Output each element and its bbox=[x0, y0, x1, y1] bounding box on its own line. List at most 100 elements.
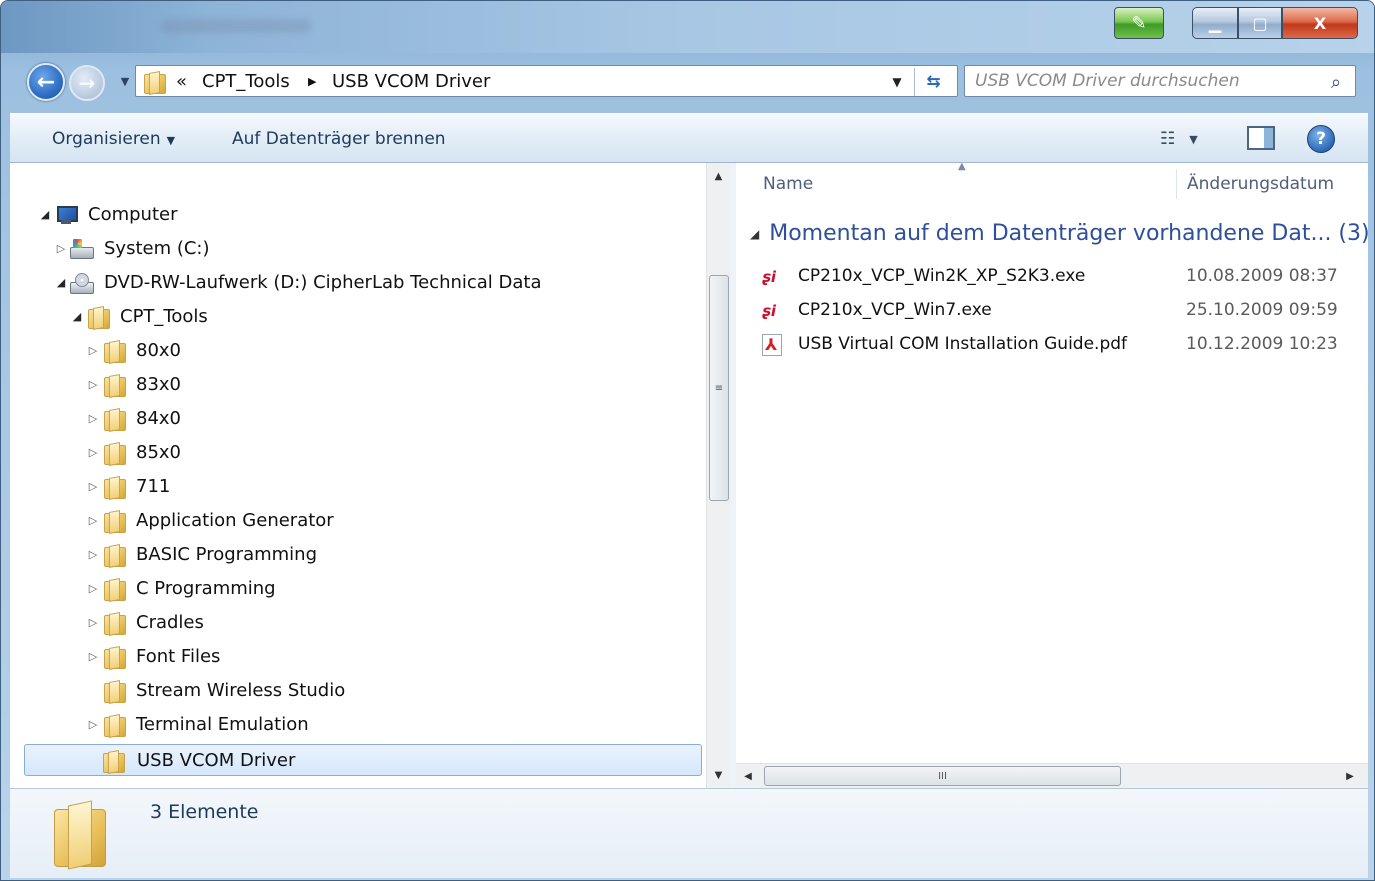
back-button[interactable]: ← bbox=[27, 63, 65, 101]
tree-item-cpt-tools[interactable]: ◢ CPT_Tools bbox=[70, 301, 290, 333]
column-header-name[interactable]: Name bbox=[763, 163, 813, 205]
refresh-icon: ⇆ bbox=[926, 72, 941, 92]
folder-icon bbox=[104, 681, 126, 703]
organize-label: Organisieren bbox=[52, 129, 161, 149]
tree-item-711[interactable]: ▷ 711 bbox=[86, 471, 286, 503]
folder-icon bbox=[104, 647, 126, 669]
expand-arrow-icon[interactable]: ▷ bbox=[86, 369, 100, 401]
title-bar[interactable]: ✎ ▁ ▢ X bbox=[1, 1, 1374, 53]
tree-item-label: USB VCOM Driver bbox=[137, 750, 296, 771]
tree-item-c-programming[interactable]: ▷ C Programming bbox=[86, 573, 386, 605]
drive-icon bbox=[70, 239, 94, 259]
organize-button[interactable]: Organisieren ▼ bbox=[52, 126, 175, 152]
tree-vertical-scrollbar[interactable]: ▲ ≡ ▼ bbox=[706, 163, 730, 788]
tree-item-84x0[interactable]: ▷ 84x0 bbox=[86, 403, 286, 435]
expand-arrow-icon[interactable]: ▷ bbox=[54, 233, 68, 265]
tree-item-cradles[interactable]: ▷ Cradles bbox=[86, 607, 286, 639]
file-row[interactable]: USB Virtual COM Installation Guide.pdf 1… bbox=[736, 327, 1368, 361]
tree-item-label: Application Generator bbox=[136, 510, 334, 531]
pencil-icon: ✎ bbox=[1131, 12, 1147, 34]
scroll-left-arrow-icon[interactable]: ◀ bbox=[738, 764, 758, 788]
collapse-arrow-icon[interactable]: ◢ bbox=[54, 267, 68, 299]
search-box[interactable]: ⌕ bbox=[964, 65, 1356, 97]
expand-arrow-icon[interactable]: ▷ bbox=[86, 607, 100, 639]
folder-icon bbox=[104, 443, 126, 465]
collapse-arrow-icon[interactable]: ◢ bbox=[38, 199, 52, 231]
breadcrumb-usb-vcom-driver[interactable]: USB VCOM Driver bbox=[332, 70, 490, 94]
tree-item-computer[interactable]: ◢ Computer bbox=[38, 199, 238, 231]
expand-arrow-icon[interactable]: ▷ bbox=[86, 437, 100, 469]
tree-item-stream-wireless-studio[interactable]: Stream Wireless Studio bbox=[86, 675, 386, 707]
breadcrumb-separator-icon[interactable]: ▶ bbox=[308, 70, 316, 94]
folder-icon bbox=[144, 72, 166, 94]
group-header[interactable]: ◢ Momentan auf dem Datenträger vorhandene… bbox=[750, 219, 1368, 249]
tree-item-83x0[interactable]: ▷ 83x0 bbox=[86, 369, 286, 401]
expand-arrow-icon[interactable]: ▷ bbox=[86, 505, 100, 537]
tree-item-dvd-drive[interactable]: ◢ DVD-RW-Laufwerk (D:) CipherLab Technic… bbox=[54, 267, 614, 299]
expand-arrow-icon[interactable]: ▷ bbox=[86, 539, 100, 571]
expand-arrow-icon[interactable]: ▷ bbox=[86, 573, 100, 605]
tree-item-label: System (C:) bbox=[104, 238, 210, 259]
chevron-down-icon: ▼ bbox=[166, 134, 176, 147]
address-overflow[interactable]: « bbox=[176, 70, 187, 94]
tree-item-terminal-emulation[interactable]: ▷ Terminal Emulation bbox=[86, 709, 386, 741]
tree-item-label: Terminal Emulation bbox=[136, 714, 309, 735]
scroll-grip-icon: ≡ bbox=[714, 382, 724, 394]
column-header-date[interactable]: Änderungsdatum bbox=[1187, 163, 1334, 205]
help-icon[interactable]: ? bbox=[1307, 125, 1335, 153]
list-horizontal-scrollbar[interactable]: ◀ III ▶ bbox=[736, 763, 1368, 788]
tree-item-80x0[interactable]: ▷ 80x0 bbox=[86, 335, 286, 367]
breadcrumb-cpt-tools[interactable]: CPT_Tools bbox=[202, 70, 290, 94]
expand-arrow-icon[interactable]: ▷ bbox=[86, 335, 100, 367]
column-divider[interactable] bbox=[1176, 169, 1177, 199]
tree-item-label: 85x0 bbox=[136, 442, 182, 463]
expand-arrow-icon[interactable]: ▷ bbox=[86, 641, 100, 673]
scroll-right-arrow-icon[interactable]: ▶ bbox=[1340, 764, 1360, 788]
change-view-button[interactable]: ☷ ▼ bbox=[1160, 125, 1214, 153]
navigation-pane: ◢ Computer ▷ System (C:) ◢ DVD-RW-Laufwe… bbox=[10, 163, 706, 788]
recent-pages-dropdown[interactable]: ▼ bbox=[117, 71, 133, 91]
minimize-button[interactable]: ▁ bbox=[1192, 7, 1238, 39]
minimize-icon: ▁ bbox=[1208, 13, 1222, 33]
scroll-grip-icon: III bbox=[938, 770, 947, 782]
maximize-button[interactable]: ▢ bbox=[1238, 7, 1282, 39]
chevron-down-icon: ▼ bbox=[1189, 132, 1198, 146]
column-label: Änderungsdatum bbox=[1187, 174, 1335, 194]
expand-arrow-icon[interactable]: ▷ bbox=[86, 403, 100, 435]
exe-file-icon: ʂi bbox=[762, 268, 777, 286]
file-row[interactable]: ʂi CP210x_VCP_Win7.exe 25.10.2009 09:59 bbox=[736, 293, 1368, 327]
forward-button[interactable]: → bbox=[69, 65, 105, 101]
expand-arrow-icon[interactable]: ▷ bbox=[86, 471, 100, 503]
computer-icon bbox=[54, 205, 78, 225]
address-dropdown[interactable]: ▼ bbox=[884, 69, 910, 95]
collapse-arrow-icon[interactable]: ◢ bbox=[70, 301, 84, 333]
scroll-down-arrow-icon[interactable]: ▼ bbox=[707, 764, 730, 786]
address-bar[interactable]: « CPT_Tools ▶ USB VCOM Driver ▼ ⇆ bbox=[135, 65, 958, 97]
expand-arrow-icon[interactable]: ▷ bbox=[86, 709, 100, 741]
tree-item-label: Computer bbox=[88, 204, 178, 225]
search-icon[interactable]: ⌕ bbox=[1323, 70, 1349, 94]
tree-item-basic-programming[interactable]: ▷ BASIC Programming bbox=[86, 539, 386, 571]
tree-item-85x0[interactable]: ▷ 85x0 bbox=[86, 437, 286, 469]
scroll-thumb[interactable]: III bbox=[764, 766, 1121, 786]
folder-icon bbox=[104, 341, 126, 363]
file-date: 25.10.2009 09:59 bbox=[1186, 300, 1338, 320]
search-input[interactable] bbox=[975, 69, 1315, 93]
preview-pane-icon[interactable] bbox=[1247, 126, 1275, 150]
collapse-arrow-icon[interactable]: ◢ bbox=[750, 227, 759, 241]
scroll-up-arrow-icon[interactable]: ▲ bbox=[707, 165, 730, 187]
tree-item-label: Stream Wireless Studio bbox=[136, 680, 346, 701]
arrow-left-icon: ← bbox=[36, 69, 56, 95]
tree-item-font-files[interactable]: ▷ Font Files bbox=[86, 641, 286, 673]
tree-item-system-c[interactable]: ▷ System (C:) bbox=[54, 233, 314, 265]
close-button[interactable]: X bbox=[1282, 7, 1358, 39]
edit-button[interactable]: ✎ bbox=[1114, 7, 1164, 39]
refresh-button[interactable]: ⇆ bbox=[914, 68, 952, 96]
tree-item-application-generator[interactable]: ▷ Application Generator bbox=[86, 505, 386, 537]
folder-icon bbox=[104, 511, 126, 533]
burn-button[interactable]: Auf Datenträger brennen bbox=[232, 126, 446, 152]
file-row[interactable]: ʂi CP210x_VCP_Win2K_XP_S2K3.exe 10.08.20… bbox=[736, 259, 1368, 293]
tree-item-usb-vcom-driver[interactable]: USB VCOM Driver bbox=[24, 744, 702, 776]
scroll-thumb[interactable]: ≡ bbox=[709, 275, 729, 501]
maximize-icon: ▢ bbox=[1252, 13, 1268, 33]
